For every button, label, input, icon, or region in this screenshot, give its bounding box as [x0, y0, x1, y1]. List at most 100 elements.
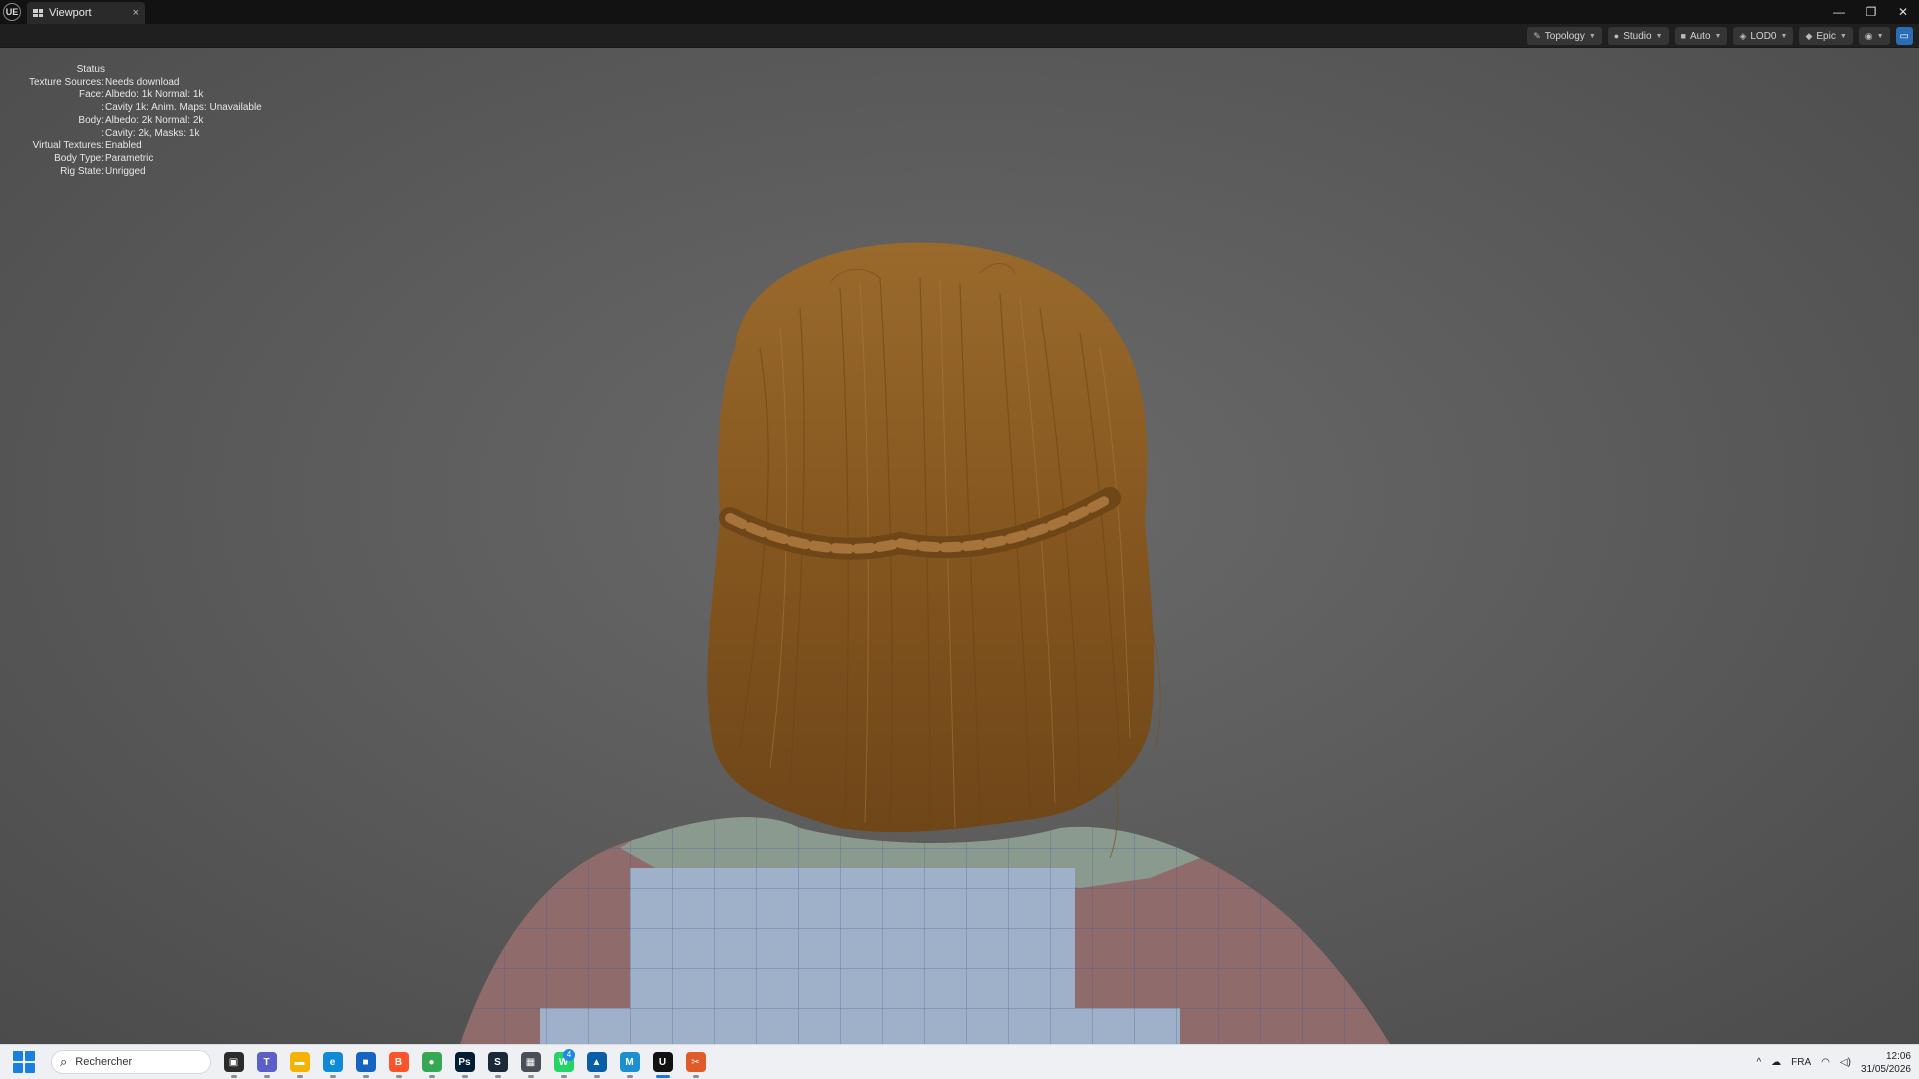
- taskbar-app-unreal-engine[interactable]: U: [646, 1045, 679, 1079]
- status-value: Albedo: 1k Normal: 1k: [105, 89, 204, 101]
- wifi-icon[interactable]: ◠: [1821, 1057, 1830, 1068]
- lod-label: LOD0: [1750, 30, 1777, 42]
- running-indicator: [626, 1074, 633, 1078]
- character-render: [460, 242, 1390, 1044]
- taskbar-app-photoshop[interactable]: Ps: [448, 1045, 481, 1079]
- windows-start-icon[interactable]: [13, 1051, 35, 1073]
- taskbar-app-store[interactable]: ■: [349, 1045, 382, 1079]
- taskbar-app-task-view[interactable]: ▣: [217, 1045, 250, 1079]
- studio-label: Studio: [1623, 30, 1652, 42]
- status-title: Status: [76, 64, 105, 75]
- chevron-down-icon: ▼: [1588, 32, 1596, 40]
- unreal-engine-icon: U: [652, 1052, 673, 1072]
- status-key: Texture Sources:: [28, 76, 104, 88]
- lod-dropdown[interactable]: ◈ LOD0 ▼: [1733, 27, 1794, 45]
- running-indicator: [527, 1074, 534, 1078]
- restore-button[interactable]: ❐: [1855, 0, 1887, 24]
- status-row: Body: Albedo: 2k Normal: 2k: [0, 115, 300, 128]
- taskbar-search-box[interactable]: ⌕ Rechercher: [51, 1050, 211, 1074]
- hair-mesh: [707, 242, 1161, 859]
- snipping-tool-icon: ✂: [685, 1052, 706, 1072]
- status-value: Enabled: [105, 140, 142, 152]
- clock-date: 31/05/2026: [1860, 1063, 1911, 1075]
- taskbar-app-chrome[interactable]: ●: [415, 1045, 448, 1079]
- topology-dropdown[interactable]: ✎ Topology ▼: [1527, 27, 1602, 45]
- status-value: Needs download: [105, 76, 180, 88]
- lighting-dropdown[interactable]: ● Studio ▼: [1607, 27, 1669, 45]
- chevron-down-icon: ▼: [1714, 32, 1722, 40]
- running-indicator: [329, 1074, 336, 1078]
- taskbar-apps: ▣ T ▬ e ■ B ● Ps S ▦ W 4 ▲ M U ✂: [217, 1045, 712, 1079]
- status-value: Cavity 1k: Anim. Maps: Unavailable: [105, 102, 262, 114]
- system-tray: ^ ☁ FRA ◠ ◁) 12:06 31/05/2026: [1756, 1045, 1911, 1079]
- epic-label: Epic: [1816, 30, 1836, 42]
- file-explorer-icon: ▬: [289, 1052, 310, 1072]
- tray-chevron-icon[interactable]: ^: [1756, 1057, 1761, 1068]
- running-indicator: [593, 1074, 600, 1078]
- task-view-icon: ▣: [223, 1052, 244, 1072]
- taskbar-app-edge[interactable]: e: [316, 1045, 349, 1079]
- camera-icon: ■: [1680, 31, 1686, 41]
- viewport-grid-icon: [33, 9, 43, 17]
- minimize-button[interactable]: —: [1823, 0, 1855, 24]
- volume-icon[interactable]: ◁): [1840, 1057, 1851, 1068]
- tab-viewport[interactable]: Viewport ×: [27, 2, 145, 24]
- running-indicator: [461, 1074, 468, 1078]
- running-indicator: [428, 1074, 435, 1078]
- running-indicator: [395, 1074, 402, 1078]
- taskbar-app-snipping-tool[interactable]: ✂: [679, 1045, 712, 1079]
- status-key: Body Type:: [54, 152, 104, 164]
- steam-icon: S: [487, 1052, 508, 1072]
- keyboard-toggle-button[interactable]: ▭: [1895, 27, 1913, 45]
- status-overlay: Status Texture Sources: Needs download Fa…: [0, 64, 300, 178]
- status-value: Cavity: 2k, Masks: 1k: [105, 127, 200, 139]
- tab-label: Viewport: [49, 7, 92, 19]
- onedrive-icon[interactable]: ☁: [1771, 1057, 1781, 1068]
- clock[interactable]: 12:06 31/05/2026: [1861, 1050, 1911, 1076]
- status-row: : Cavity 1k: Anim. Maps: Unavailable: [0, 102, 300, 115]
- taskbar-app-teams[interactable]: T: [250, 1045, 283, 1079]
- taskbar-app-metahuman[interactable]: M: [613, 1045, 646, 1079]
- status-key: Virtual Textures:: [32, 140, 104, 152]
- windows-taskbar: ⌕ Rechercher ▣ T ▬ e ■ B ● Ps S ▦ W 4 ▲ M U ✂ ^ ☁ FRA ◠…: [0, 1044, 1919, 1079]
- photoshop-icon: Ps: [454, 1052, 475, 1072]
- close-window-button[interactable]: ✕: [1887, 0, 1919, 24]
- taskbar-app-file-explorer[interactable]: ▬: [283, 1045, 316, 1079]
- calculator-icon: ▦: [520, 1052, 541, 1072]
- search-placeholder: Rechercher: [75, 1056, 133, 1068]
- running-indicator: [296, 1074, 303, 1078]
- light-bulb-icon: ●: [1613, 31, 1620, 41]
- status-key: :: [101, 127, 104, 139]
- chevron-down-icon: ▼: [1655, 32, 1663, 40]
- status-row: : Cavity: 2k, Masks: 1k: [0, 128, 300, 141]
- view-mode-dropdown[interactable]: ◉ ▼: [1858, 27, 1890, 45]
- quality-dropdown[interactable]: ◆ Epic ▼: [1799, 27, 1853, 45]
- brave-icon: B: [388, 1052, 409, 1072]
- photos-icon: ▲: [586, 1052, 607, 1072]
- running-indicator: [230, 1074, 237, 1078]
- status-value: Parametric: [105, 152, 154, 164]
- notification-badge: 4: [563, 1048, 575, 1061]
- language-indicator[interactable]: FRA: [1791, 1057, 1811, 1068]
- taskbar-app-whatsapp[interactable]: W4: [547, 1045, 580, 1079]
- store-icon: ■: [355, 1052, 376, 1072]
- window-controls: — ❐ ✕: [1823, 0, 1919, 24]
- 3d-viewport[interactable]: Status Texture Sources: Needs download Fa…: [0, 48, 1919, 1044]
- running-indicator: [362, 1074, 369, 1078]
- taskbar-app-steam[interactable]: S: [481, 1045, 514, 1079]
- diamond-icon: ◆: [1805, 30, 1813, 41]
- close-tab-icon[interactable]: ×: [133, 7, 139, 19]
- status-row: Face: Albedo: 1k Normal: 1k: [0, 89, 300, 102]
- keyboard-icon: ▭: [1899, 30, 1909, 42]
- title-bar: UE Viewport × — ❐ ✕: [0, 0, 1919, 24]
- camera-dropdown[interactable]: ■ Auto ▼: [1674, 27, 1728, 45]
- taskbar-app-photos[interactable]: ▲: [580, 1045, 613, 1079]
- unreal-logo-icon[interactable]: UE: [3, 3, 21, 21]
- teams-icon: T: [256, 1052, 277, 1072]
- taskbar-app-calculator[interactable]: ▦: [514, 1045, 547, 1079]
- auto-label: Auto: [1689, 30, 1711, 42]
- chevron-down-icon: ▼: [1839, 32, 1847, 40]
- status-row: Rig State: Unrigged: [0, 166, 300, 179]
- running-indicator: [263, 1074, 270, 1078]
- taskbar-app-brave[interactable]: B: [382, 1045, 415, 1079]
